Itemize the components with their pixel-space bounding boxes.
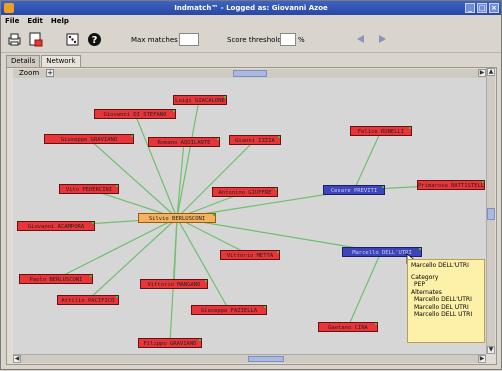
tooltip-alternates-label: Alternates <box>411 288 442 296</box>
node-giuseppe-g[interactable]: Giuseppe GRAVIANO <box>44 134 134 144</box>
tooltip-category-label: Category <box>411 273 439 281</box>
tooltip-alternate: Marcello DELL UTRI <box>414 311 473 318</box>
edge-giovanni-ds <box>134 113 178 219</box>
scroll-down-arrow[interactable]: ▼ <box>487 346 495 354</box>
edge-gianni <box>176 139 256 219</box>
horizontal-scrollbar[interactable]: ◀ ▶ <box>13 354 486 363</box>
tooltip-alternate: Marcello DEL UTRI <box>414 303 469 311</box>
node-vittorio[interactable]: Vittorio METTA <box>220 250 280 260</box>
node-filippo[interactable]: Filippo GRAVIANO <box>138 338 202 348</box>
node-romano[interactable]: Romano AQUILANTE <box>148 137 220 147</box>
node-paolo[interactable]: Paolo BERLUSCONI <box>19 274 93 284</box>
edge-romano <box>176 141 185 219</box>
node-cesare[interactable]: Cesare PREVITI <box>323 185 385 195</box>
tooltip-name: Marcello DELL'UTRI <box>411 262 469 269</box>
edge-cesare-felice <box>353 130 382 191</box>
node-giovanni-ds[interactable]: Giovanni DI STEFANO <box>94 109 176 119</box>
horizontal-scroll-thumb[interactable] <box>248 356 284 362</box>
vertical-scroll-thumb[interactable] <box>487 208 495 220</box>
node-gaetano[interactable]: Gaetano CINA <box>318 322 378 332</box>
node-tooltip: Marcello DELL'UTRI Category PEP Alternat… <box>407 259 485 343</box>
node-luigi[interactable]: Luigi GIACALONE <box>173 95 227 105</box>
edge-luigi <box>176 99 200 219</box>
node-silvio[interactable]: Silvio BERLUSCONI <box>138 213 216 223</box>
tooltip-alternate: Marcello DELL'UTRI <box>414 296 472 303</box>
node-attilio[interactable]: Attilio PACIFICO <box>57 295 119 305</box>
node-giovanni-a[interactable]: Giovanni ACAMPORA <box>17 221 95 231</box>
node-vito[interactable]: Vito PEDERCINI <box>59 184 119 194</box>
edge-marcello-gaetano <box>347 251 382 328</box>
node-primarosa[interactable]: Primarosa BATTISTELLA <box>417 180 485 190</box>
scroll-left-arrow[interactable]: ◀ <box>13 355 21 363</box>
scroll-right-arrow[interactable]: ▶ <box>478 355 486 363</box>
node-gianni[interactable]: Gianni IZZIA <box>229 135 281 145</box>
edge-giuseppe-g <box>88 138 178 219</box>
node-felice[interactable]: Felice RUNELLI <box>350 126 412 136</box>
scroll-up-arrow[interactable]: ▲ <box>487 68 495 76</box>
node-giuseppe-f[interactable]: Giuseppe FAZIELLA <box>191 305 267 315</box>
vertical-scrollbar[interactable]: ▲ ▼ <box>486 68 495 354</box>
node-vittorio-m[interactable]: Vittorio MANGANO <box>140 279 208 289</box>
app-window: Indmatch™ - Logged as: Giovanni Azoe _ □… <box>0 0 502 370</box>
node-antonino[interactable]: Antonino GIUFFRE <box>212 187 278 197</box>
tooltip-category-value: PEP <box>414 281 426 288</box>
